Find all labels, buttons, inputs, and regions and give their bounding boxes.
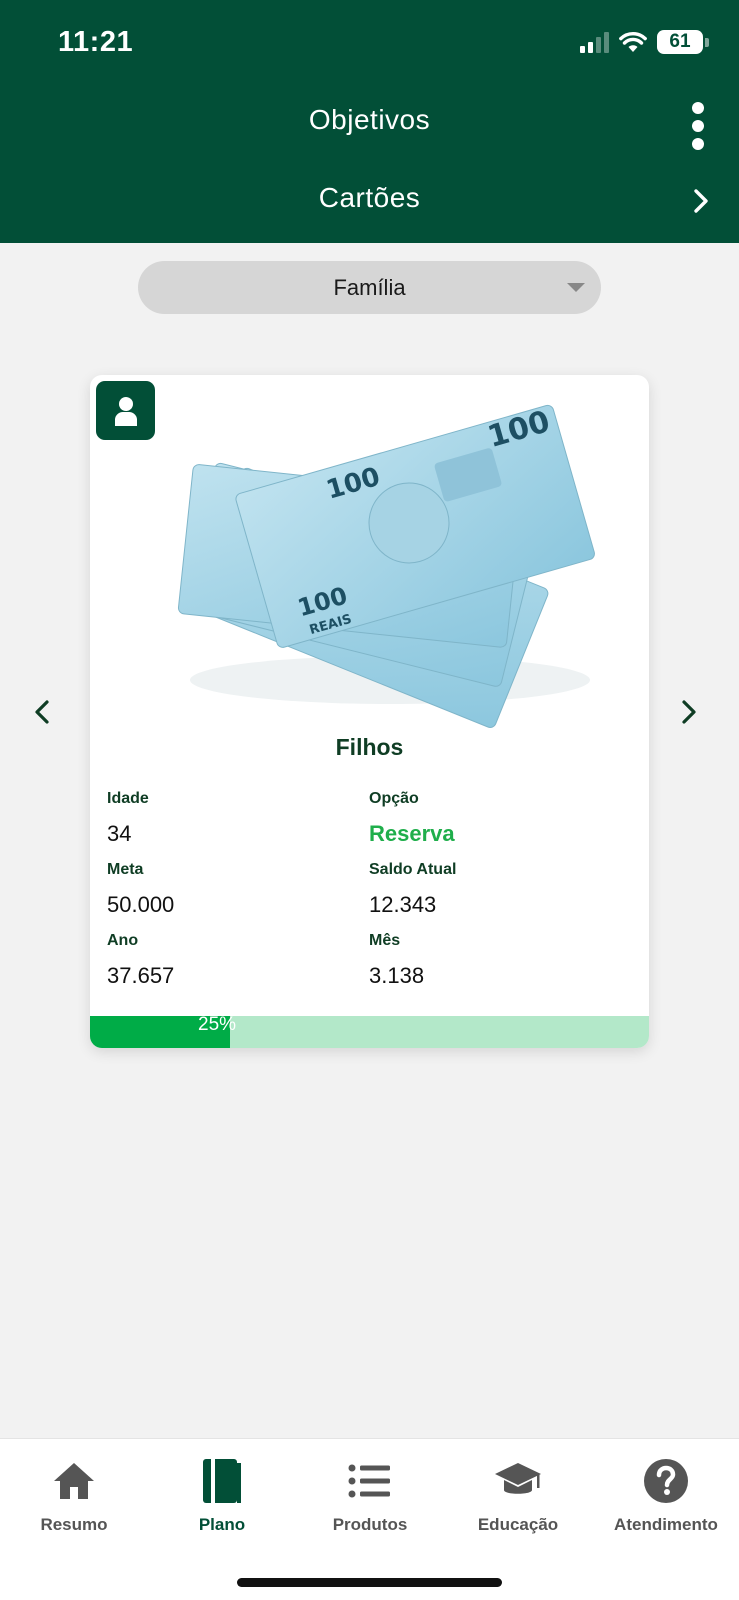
goal-name: Filhos <box>335 734 404 760</box>
help-icon <box>644 1459 688 1503</box>
idade-value: 34 <box>107 821 132 846</box>
tab-produtos[interactable]: Produtos <box>296 1455 444 1535</box>
wifi-icon <box>619 31 647 52</box>
list-icon <box>348 1464 390 1498</box>
page-title: Objetivos <box>308 104 431 135</box>
saldo-value: 12.343 <box>369 892 437 917</box>
ano-value: 37.657 <box>107 963 175 988</box>
mes-label: Mês <box>369 932 401 949</box>
goal-card[interactable]: 100 100 100 REAIS Filhos Idade 34 Opção … <box>90 375 649 1048</box>
previous-card-chevron-icon[interactable] <box>34 699 50 725</box>
next-card-chevron-icon[interactable] <box>681 699 697 725</box>
app-header: 11:21 61 Objetivos Cartões <box>0 0 739 243</box>
status-time: 11:21 <box>58 26 134 58</box>
progress-label: 25% <box>198 1014 237 1035</box>
cards-link[interactable]: Cartões <box>0 182 739 214</box>
graduation-cap-icon <box>495 1463 541 1494</box>
dropdown-selected-value: Família <box>333 274 406 300</box>
home-icon <box>54 1463 94 1499</box>
cellular-signal-icon <box>580 31 609 53</box>
user-badge-icon <box>96 381 155 440</box>
chevron-right-icon[interactable] <box>693 188 709 214</box>
meta-value: 50.000 <box>107 892 175 917</box>
idade-label: Idade <box>107 790 149 807</box>
tab-atendimento[interactable]: Atendimento <box>592 1455 739 1535</box>
goal-progress-bar: 25% <box>90 1014 649 1048</box>
more-options-icon[interactable] <box>691 102 705 150</box>
battery-icon: 61 <box>657 30 703 54</box>
opcao-value: Reserva <box>369 821 455 846</box>
category-dropdown[interactable]: Família <box>138 261 601 314</box>
home-indicator <box>237 1578 502 1587</box>
ano-label: Ano <box>107 932 139 949</box>
tab-educacao[interactable]: Educação <box>444 1455 592 1535</box>
book-icon <box>203 1459 241 1503</box>
bottom-tab-bar: Resumo Plano Produtos Educação Atendimen… <box>0 1438 739 1600</box>
saldo-label: Saldo Atual <box>369 861 457 878</box>
mes-value: 3.138 <box>369 963 425 988</box>
opcao-label: Opção <box>369 790 419 807</box>
tab-resumo[interactable]: Resumo <box>0 1455 148 1535</box>
banknotes-image: 100 100 100 REAIS <box>177 404 595 728</box>
tab-plano[interactable]: Plano <box>148 1455 296 1535</box>
status-icons: 61 <box>580 30 709 54</box>
meta-label: Meta <box>107 861 144 878</box>
dropdown-arrow-icon <box>567 283 585 292</box>
